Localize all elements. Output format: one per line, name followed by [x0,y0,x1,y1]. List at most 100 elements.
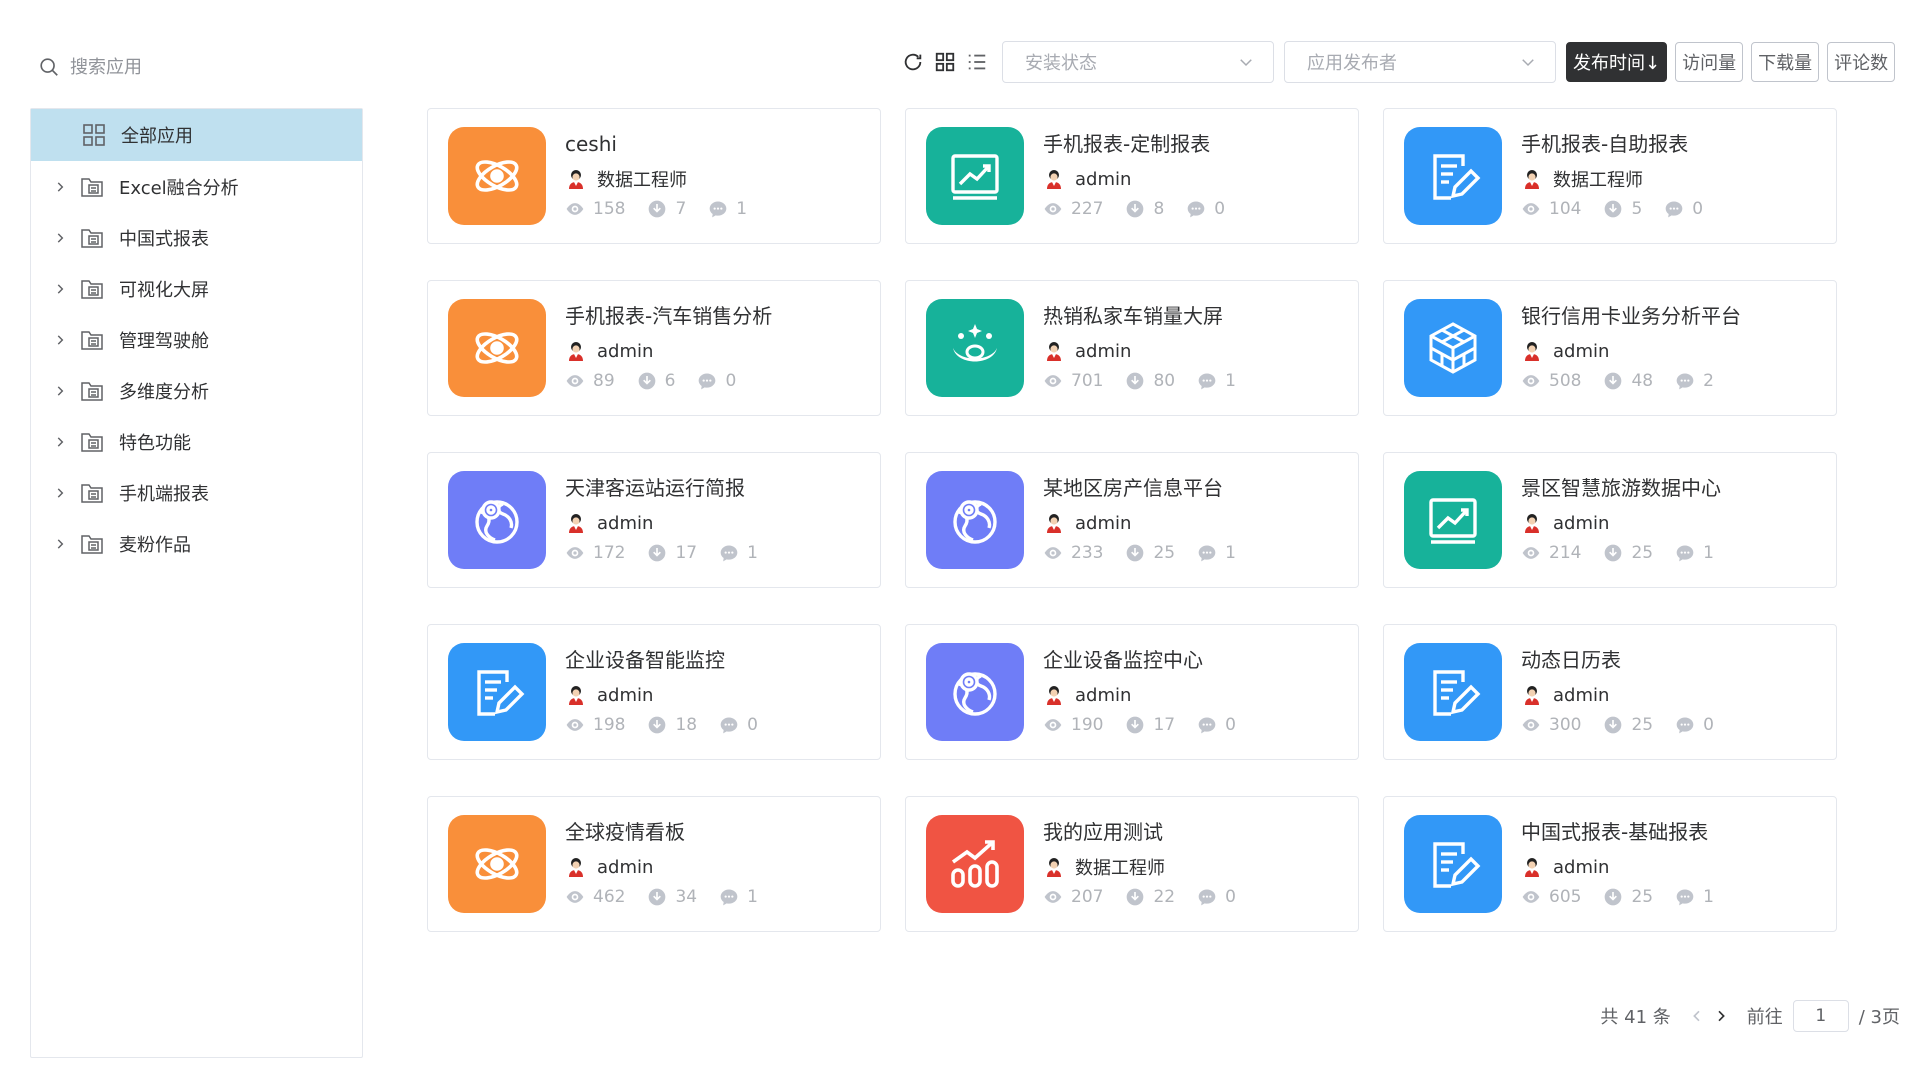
next-page-button[interactable] [1709,1008,1733,1024]
downloads-stat: 25 [1603,887,1653,907]
chevron-left-icon [1692,1010,1700,1022]
app-stats: 158 7 1 [565,197,769,221]
comment-icon [720,717,738,734]
app-card[interactable]: 中国式报表-基础报表 admin 605 25 1 [1383,796,1837,932]
sidebar-item[interactable]: 可视化大屏 [31,263,362,314]
sidebar-item[interactable]: 管理驾驶舱 [31,314,362,365]
downloads-count: 25 [1631,543,1654,563]
chevron-right-icon[interactable] [49,435,71,449]
app-stats: 701 80 1 [1043,369,1258,393]
eye-icon [1522,547,1540,559]
downloads-count: 7 [675,199,687,219]
sidebar-item[interactable]: 特色功能 [31,416,362,467]
app-card[interactable]: 企业设备监控中心 admin 190 17 0 [905,624,1359,760]
app-author: 数据工程师 [1043,855,1258,879]
install-status-select[interactable]: 安装状态 [1002,41,1274,83]
comments-stat: 1 [1197,371,1236,391]
grid-view-icon[interactable] [932,49,958,75]
comment-icon [1676,889,1694,906]
app-stats: 172 17 1 [565,541,780,565]
app-stats: 227 8 0 [1043,197,1247,221]
views-count: 508 [1549,371,1582,391]
app-stats: 89 6 0 [565,369,772,393]
app-card[interactable]: 某地区房产信息平台 admin 233 25 1 [905,452,1359,588]
download-icon [638,372,655,390]
chevron-right-icon[interactable] [49,180,71,194]
views-count: 605 [1549,887,1582,907]
app-card[interactable]: ceshi 数据工程师 158 7 1 [427,108,881,244]
comment-icon [1198,545,1216,562]
app-title: 企业设备监控中心 [1043,648,1203,672]
comments-count: 1 [1225,371,1236,391]
install-status-placeholder: 安装状态 [1025,53,1097,74]
downloads-stat: 48 [1603,371,1653,391]
publisher-select[interactable]: 应用发布者 [1284,41,1556,83]
downloads-count: 8 [1153,199,1165,219]
chevron-right-icon [1718,1010,1725,1022]
publisher-placeholder: 应用发布者 [1307,53,1397,74]
app-card[interactable]: 天津客运站运行简报 admin 172 17 1 [427,452,881,588]
views-stat: 89 [565,371,615,391]
chevron-right-icon[interactable] [49,333,71,347]
chevron-right-icon[interactable] [49,282,71,296]
sort-button[interactable]: 访问量 [1675,42,1744,82]
app-card-body: 手机报表-定制报表 admin 227 8 0 [1043,131,1247,221]
search-input[interactable] [70,56,310,78]
sidebar-item[interactable]: 全部应用 [31,109,362,161]
app-card[interactable]: 企业设备智能监控 admin 198 18 0 [427,624,881,760]
author-name: admin [597,856,654,878]
eye-icon [1044,203,1062,215]
sort-button[interactable]: 评论数 [1827,42,1896,82]
app-card[interactable]: 热销私家车销量大屏 admin 701 80 1 [905,280,1359,416]
sidebar-item[interactable]: 多维度分析 [31,365,362,416]
views-stat: 214 [1521,543,1581,563]
comment-icon [1198,717,1216,734]
list-view-icon[interactable] [964,49,990,75]
smile-icon [926,299,1024,397]
sidebar-item[interactable]: 手机端报表 [31,467,362,518]
app-card[interactable]: 手机报表-定制报表 admin 227 8 0 [905,108,1359,244]
comments-count: 1 [1703,543,1714,563]
app-title: 企业设备智能监控 [565,648,725,672]
eye-icon [566,719,584,731]
app-author: admin [1043,511,1258,535]
downloads-stat: 6 [637,371,676,391]
chevron-right-icon[interactable] [49,537,71,551]
comments-stat: 0 [1197,887,1236,907]
refresh-icon[interactable] [900,49,926,75]
sort-button[interactable]: 发布时间↓ [1566,42,1668,82]
avatar [1047,686,1061,705]
sidebar-item[interactable]: 麦粉作品 [31,518,362,569]
app-card[interactable]: 手机报表-汽车销售分析 admin 89 6 0 [427,280,881,416]
comment-icon [1676,717,1694,734]
page-jump-input[interactable] [1792,1000,1849,1032]
download-icon [1605,372,1622,390]
downloads-count: 6 [664,371,676,391]
download-icon [1605,200,1622,218]
app-card[interactable]: 手机报表-自助报表 数据工程师 104 5 0 [1383,108,1837,244]
app-stats: 233 25 1 [1043,541,1258,565]
sidebar-item[interactable]: 中国式报表 [31,212,362,263]
trend-screen-icon [1404,471,1502,569]
app-card-body: 企业设备监控中心 admin 190 17 0 [1043,647,1258,737]
chevron-right-icon[interactable] [49,231,71,245]
sidebar-item[interactable]: Excel融合分析 [31,161,362,212]
views-stat: 198 [565,715,625,735]
eye-icon [566,375,584,387]
app-stats: 190 17 0 [1043,713,1258,737]
app-card[interactable]: 我的应用测试 数据工程师 207 22 0 [905,796,1359,932]
prev-page-button[interactable] [1685,1008,1709,1024]
app-card[interactable]: 银行信用卡业务分析平台 admin 508 48 2 [1383,280,1837,416]
app-card[interactable]: 全球疫情看板 admin 462 34 1 [427,796,881,932]
author-name: admin [1553,856,1610,878]
app-card[interactable]: 动态日历表 admin 300 25 0 [1383,624,1837,760]
views-count: 300 [1549,715,1582,735]
sort-button[interactable]: 下载量 [1751,42,1820,82]
chevron-right-icon[interactable] [49,384,71,398]
chevron-right-icon[interactable] [49,486,71,500]
atom-icon [448,299,546,397]
downloads-count: 25 [1153,543,1176,563]
views-count: 89 [593,371,615,391]
app-card[interactable]: 景区智慧旅游数据中心 admin 214 25 1 [1383,452,1837,588]
search-bar[interactable] [38,50,338,84]
